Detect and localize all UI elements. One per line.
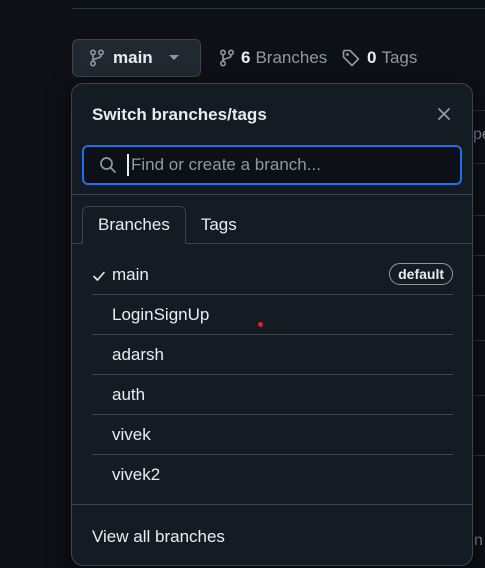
tags-label: Tags: [381, 48, 418, 67]
header-divider: [72, 194, 472, 195]
branches-label: Branches: [255, 48, 328, 67]
search-icon: [99, 156, 117, 174]
branch-list: main default LoginSignUp adarsh auth viv…: [92, 255, 453, 495]
repository-page: pe n main 6 Br: [0, 0, 485, 568]
tags-link[interactable]: 0 Tags: [342, 48, 417, 68]
branch-item-auth[interactable]: auth: [92, 375, 453, 415]
branch-item-adarsh[interactable]: adarsh: [92, 335, 453, 375]
branch-item-loginsignup[interactable]: LoginSignUp: [92, 295, 453, 335]
branch-item-vivek2[interactable]: vivek2: [92, 455, 453, 495]
branch-name: vivek: [112, 424, 151, 444]
footer-divider: [72, 504, 472, 505]
dropdown-title: Switch branches/tags: [92, 105, 267, 124]
background-divider: [473, 215, 485, 216]
background-divider: [473, 340, 485, 341]
branches-count: 6: [241, 48, 251, 67]
tab-branches[interactable]: Branches: [82, 206, 186, 244]
branch-selector-button[interactable]: main: [72, 39, 201, 77]
branch-switcher-dropdown: Switch branches/tags Branches Tags: [71, 83, 473, 566]
branches-link[interactable]: 6 Branches: [219, 48, 327, 68]
branch-name: adarsh: [112, 344, 164, 364]
background-divider: [473, 455, 485, 456]
cursor-dot: [258, 322, 263, 327]
dropdown-header: Switch branches/tags: [72, 84, 472, 144]
branch-name: LoginSignUp: [112, 304, 210, 324]
x-icon[interactable]: [436, 106, 452, 122]
tag-icon: [342, 49, 361, 67]
branch-name: vivek2: [112, 465, 161, 484]
top-divider: [72, 8, 485, 9]
background-divider: [473, 255, 485, 256]
current-branch-label: main: [113, 48, 153, 67]
git-branch-icon: [89, 49, 105, 67]
background-partial-text: pe: [473, 126, 485, 143]
branch-item-main[interactable]: main default: [92, 255, 453, 295]
branch-tag-tabs: Branches Tags: [82, 206, 252, 244]
branch-search-input[interactable]: [127, 154, 453, 176]
branch-search-field[interactable]: [82, 145, 462, 185]
background-divider: [473, 395, 485, 396]
branch-name: main: [112, 264, 149, 284]
branch-item-vivek[interactable]: vivek: [92, 415, 453, 455]
default-branch-badge: default: [389, 263, 453, 285]
git-branch-icon: [219, 49, 235, 67]
check-icon: [92, 269, 106, 283]
background-divider: [473, 295, 485, 296]
triangle-down-icon: [168, 55, 179, 61]
branch-name: auth: [112, 384, 146, 404]
tab-tags[interactable]: Tags: [186, 206, 252, 244]
tags-count: 0: [367, 48, 377, 67]
view-all-branches-link[interactable]: View all branches: [92, 527, 225, 547]
background-partial-text: n: [474, 532, 483, 549]
